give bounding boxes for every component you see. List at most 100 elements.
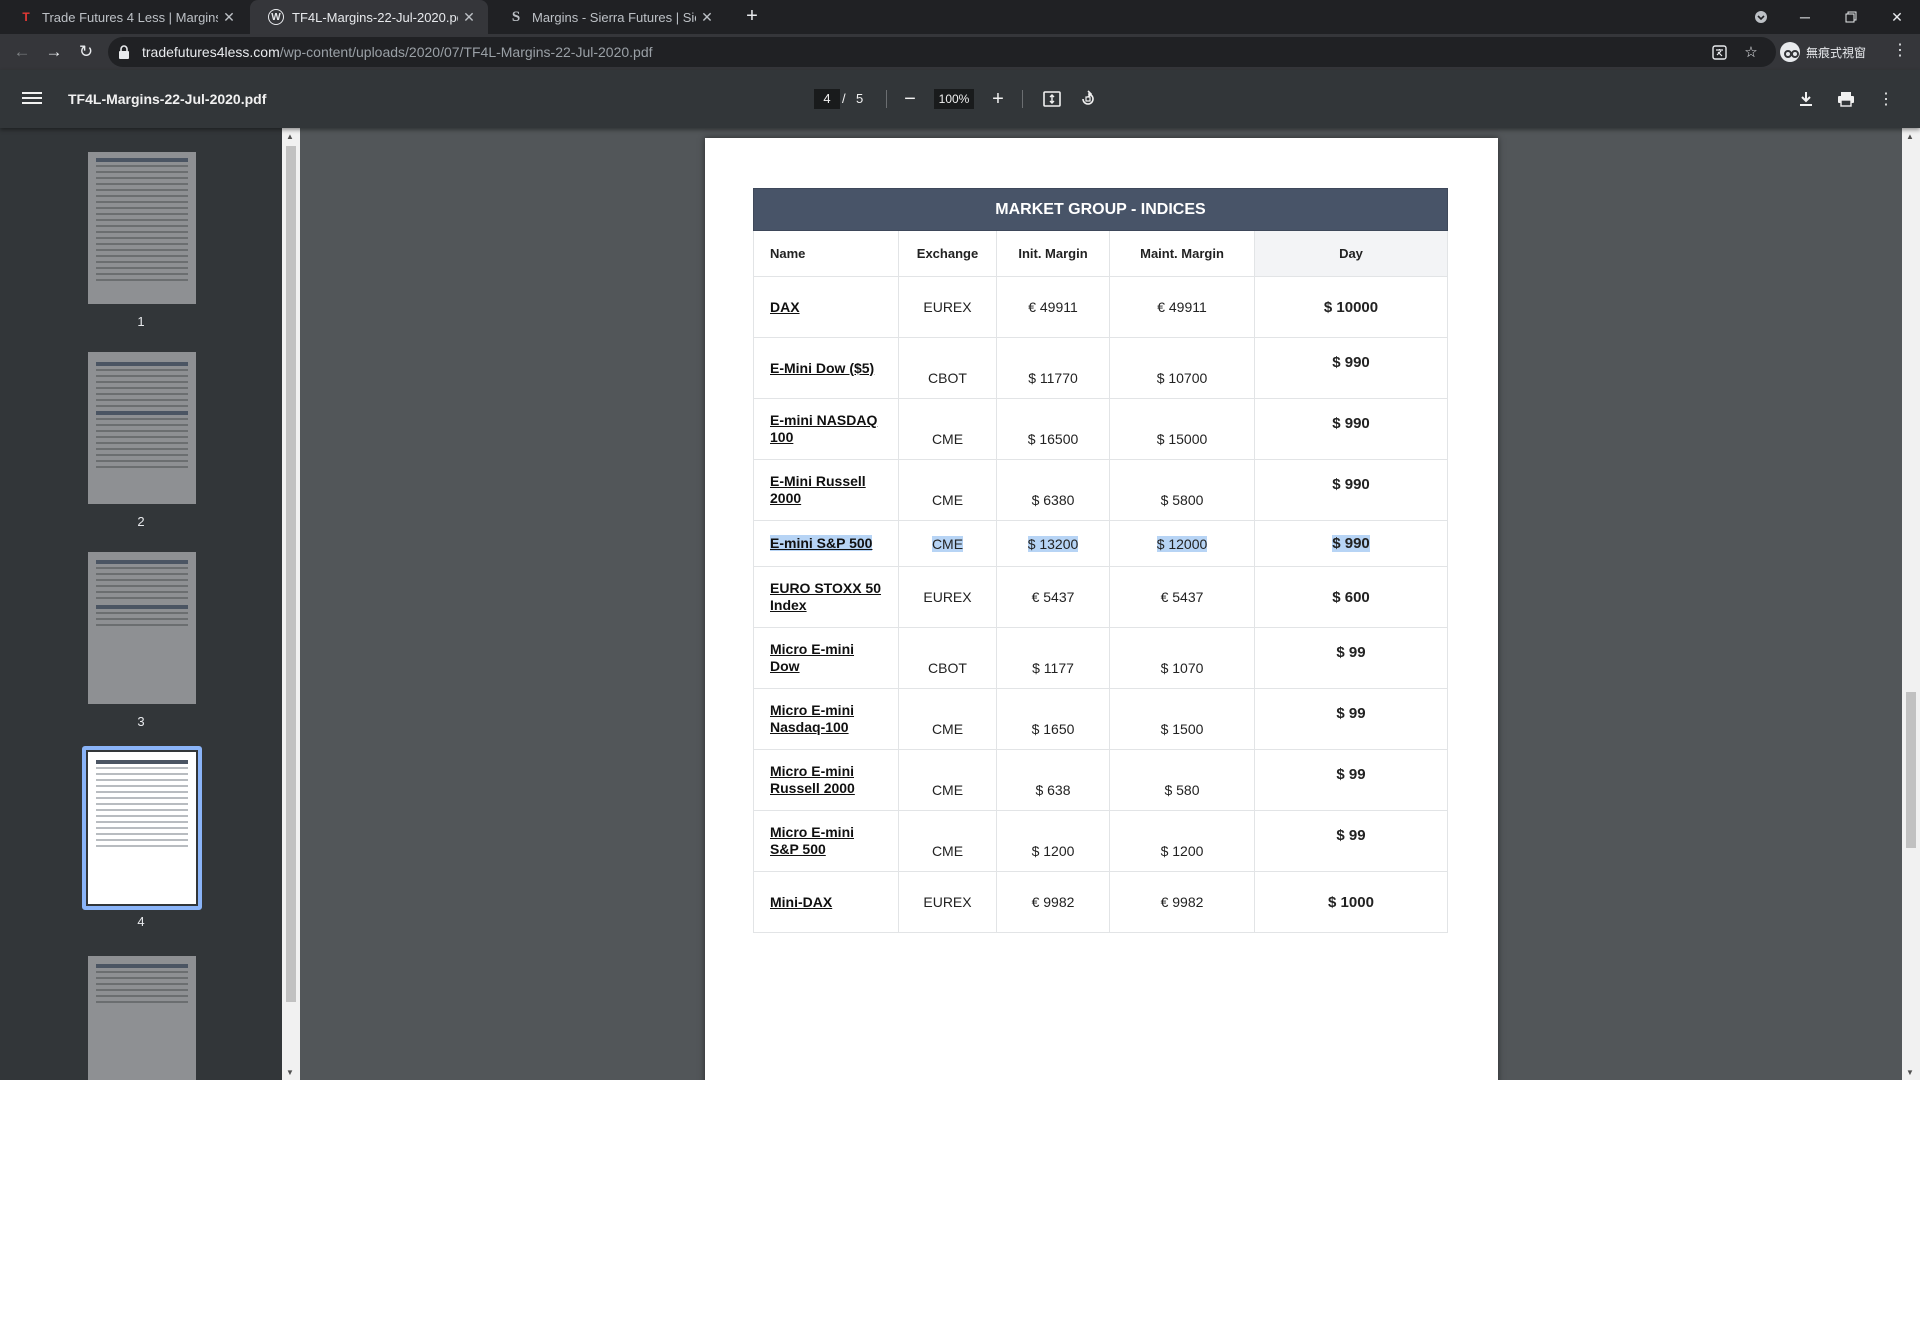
row-exchange: EUREX (898, 276, 997, 338)
page-number-input[interactable]: 4 (814, 89, 840, 109)
row-name-link-text: E-mini NASDAQ 100 (770, 412, 878, 445)
close-icon[interactable]: ✕ (218, 9, 240, 26)
pdf-viewer[interactable]: MARKET GROUP - INDICES Name Exchange Ini… (300, 128, 1902, 1080)
row-name-link[interactable]: DAX (753, 276, 899, 338)
page-thumbnail-4[interactable] (88, 752, 196, 904)
document-scrollbar[interactable]: ▲ ▼ (1902, 128, 1920, 1080)
close-icon[interactable]: ✕ (458, 9, 480, 26)
row-day-margin: $ 990 (1254, 520, 1448, 567)
browser-menu-icon[interactable]: ⋮ (1890, 40, 1910, 64)
row-init-margin: € 49911 (996, 276, 1110, 338)
address-bar[interactable]: tradefutures4less.com/wp-content/uploads… (108, 37, 1776, 67)
row-init-margin: $ 638 (996, 749, 1110, 811)
page-thumbnail-1[interactable] (88, 152, 196, 304)
row-init-margin: $ 16500 (996, 398, 1110, 460)
more-options-icon[interactable]: ⋮ (1874, 87, 1898, 111)
print-icon[interactable] (1834, 87, 1858, 111)
tab-pdf[interactable]: W TF4L-Margins-22-Jul-2020.pdf ✕ (250, 0, 488, 34)
row-name-link[interactable]: Micro E-mini S&P 500 (753, 810, 899, 872)
row-day-margin-text: $ 99 (1336, 766, 1366, 783)
table-row: E-mini NASDAQ 100 CME $ 16500 $ 15000 $ 990 (753, 398, 1448, 460)
thumbnail-label: 1 (137, 314, 145, 329)
row-day-margin: $ 990 (1254, 398, 1448, 460)
row-exchange: EUREX (898, 566, 997, 628)
row-exchange-text: CME (931, 535, 964, 552)
row-init-margin-text: $ 1200 (1031, 843, 1075, 859)
row-day-margin-text: $ 10000 (1323, 298, 1379, 316)
row-init-margin: € 5437 (996, 566, 1110, 628)
tab-tradefutures[interactable]: T Trade Futures 4 Less | Margins ✕ (0, 0, 248, 34)
pdf-page: MARKET GROUP - INDICES Name Exchange Ini… (705, 138, 1498, 1080)
thumbnail-label: 4 (137, 914, 145, 929)
incognito-profile-button[interactable]: 無痕式視窗 (1780, 38, 1866, 66)
header-exchange: Exchange (898, 230, 997, 277)
row-exchange-text: CBOT (928, 660, 967, 676)
zoom-in-icon[interactable]: + (986, 87, 1010, 111)
window-close-icon[interactable]: ✕ (1874, 0, 1920, 34)
row-maint-margin: $ 1070 (1109, 627, 1255, 689)
row-maint-margin-text: € 49911 (1157, 299, 1207, 315)
menu-icon[interactable] (22, 89, 42, 109)
tab-search-icon[interactable] (1738, 0, 1784, 34)
scroll-down-arrow-icon[interactable]: ▼ (286, 1068, 294, 1077)
sidebar-scrollbar[interactable]: ▲ ▼ (282, 128, 300, 1080)
row-name-link[interactable]: Micro E-mini Russell 2000 (753, 749, 899, 811)
page-thumbnail-3[interactable] (88, 552, 196, 704)
rotate-icon[interactable] (1076, 87, 1100, 111)
bookmark-star-icon[interactable]: ☆ (1742, 43, 1760, 61)
row-exchange-text: CBOT (928, 370, 967, 386)
table-row: Micro E-mini Russell 2000 CME $ 638 $ 580 $ … (753, 749, 1448, 811)
row-init-margin: $ 6380 (996, 459, 1110, 521)
row-name-link[interactable]: Micro E-mini Nasdaq-100 (753, 688, 899, 750)
thumbnail-label: 3 (137, 714, 145, 729)
row-name-link[interactable]: Micro E-mini Dow (753, 627, 899, 689)
row-exchange: CME (898, 398, 997, 460)
row-maint-margin: $ 1200 (1109, 810, 1255, 872)
page-thumbnail-2[interactable] (88, 352, 196, 504)
new-tab-button[interactable]: + (740, 5, 764, 29)
browser-toolbar: ← → ↻ tradefutures4less.com/wp-content/u… (0, 34, 1920, 70)
row-name-link[interactable]: E-mini NASDAQ 100 (753, 398, 899, 460)
zoom-input[interactable]: 100% (934, 89, 974, 109)
url-text[interactable]: tradefutures4less.com/wp-content/uploads… (142, 44, 653, 60)
row-exchange-text: EUREX (923, 299, 972, 315)
row-day-margin: $ 99 (1254, 749, 1448, 811)
download-icon[interactable] (1794, 87, 1818, 111)
forward-icon[interactable]: → (40, 38, 68, 66)
row-day-margin: $ 99 (1254, 627, 1448, 689)
row-maint-margin-text: $ 15000 (1156, 431, 1208, 447)
document-scroll-thumb[interactable] (1906, 692, 1916, 848)
sidebar-scroll-thumb[interactable] (286, 146, 296, 1002)
restore-icon[interactable] (1828, 0, 1874, 34)
page-thumbnail-5[interactable] (88, 956, 196, 1080)
row-name-link[interactable]: E-Mini Dow ($5) (753, 337, 899, 399)
row-maint-margin-text: € 9982 (1160, 894, 1204, 910)
translate-icon[interactable] (1710, 43, 1728, 61)
row-name-link[interactable]: E-mini S&P 500 (753, 520, 899, 567)
zoom-out-icon[interactable]: − (898, 87, 922, 111)
scroll-up-arrow-icon[interactable]: ▲ (1906, 132, 1914, 141)
scroll-up-arrow-icon[interactable]: ▲ (286, 132, 294, 141)
row-maint-margin-text: $ 580 (1164, 782, 1200, 798)
tab-title: Trade Futures 4 Less | Margins (42, 9, 218, 25)
scroll-down-arrow-icon[interactable]: ▼ (1906, 1068, 1914, 1077)
row-name-link[interactable]: E-Mini Russell 2000 (753, 459, 899, 521)
row-name-link[interactable]: Mini-DAX (753, 871, 899, 933)
thumbnail-sidebar: 1 2 3 4 (0, 128, 282, 1080)
row-init-margin: $ 11770 (996, 337, 1110, 399)
row-init-margin: $ 1200 (996, 810, 1110, 872)
row-name-link-text: Micro E-mini Nasdaq-100 (770, 702, 855, 735)
reload-icon[interactable]: ↻ (72, 38, 100, 66)
fit-page-icon[interactable] (1040, 87, 1064, 111)
tab-sierra[interactable]: S Margins - Sierra Futures | Sierra ✕ (490, 0, 726, 34)
row-day-margin-text: $ 99 (1336, 705, 1366, 722)
row-name-link[interactable]: EURO STOXX 50 Index (753, 566, 899, 628)
row-init-margin-text: $ 1650 (1031, 721, 1075, 737)
row-exchange: CBOT (898, 627, 997, 689)
close-icon[interactable]: ✕ (696, 9, 718, 26)
back-icon[interactable]: ← (8, 38, 36, 66)
minimize-icon[interactable]: ─ (1782, 0, 1828, 34)
row-day-margin-text: $ 99 (1336, 644, 1366, 661)
row-init-margin-text: € 5437 (1031, 589, 1075, 605)
row-day-margin-text: $ 990 (1332, 535, 1370, 552)
